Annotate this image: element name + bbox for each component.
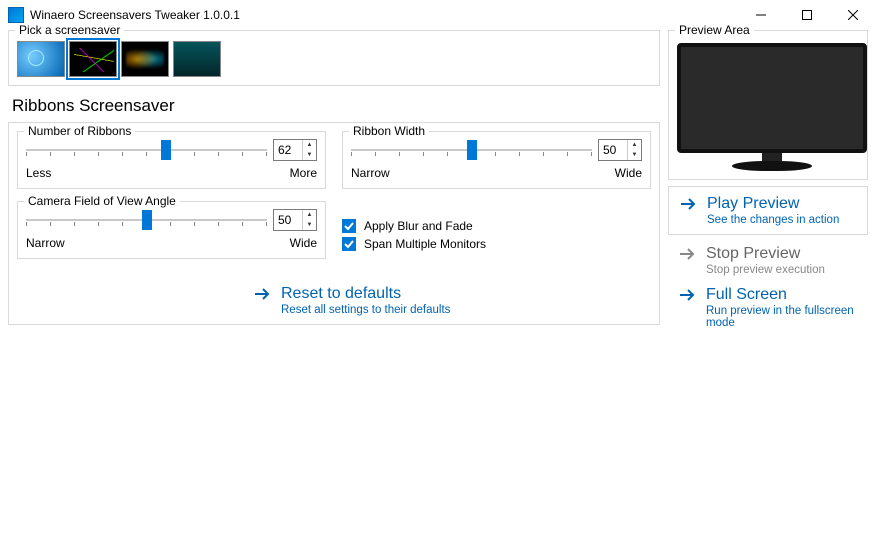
- arrow-right-icon: [678, 245, 696, 266]
- reset-sub: Reset all settings to their defaults: [281, 304, 450, 316]
- stop-preview-link[interactable]: Stop Preview Stop preview execution: [668, 245, 868, 276]
- camera-fov-spinner[interactable]: ▲▼: [273, 209, 317, 231]
- ribbon-width-slider[interactable]: [351, 138, 592, 162]
- span-monitors-label: Span Multiple Monitors: [364, 237, 486, 251]
- slider-min-label: Narrow: [26, 236, 65, 250]
- full-screen-label: Full Screen: [706, 286, 858, 304]
- camera-fov-group: Camera Field of View Angle ▲▼ Narrow Wid…: [17, 201, 326, 259]
- play-preview-link[interactable]: Play Preview See the changes in action: [679, 195, 857, 226]
- checkbox-column: Apply Blur and Fade Span Multiple Monito…: [342, 201, 651, 265]
- close-button[interactable]: [830, 0, 876, 30]
- number-of-ribbons-slider[interactable]: [26, 138, 267, 162]
- window-title: Winaero Screensavers Tweaker 1.0.0.1: [30, 8, 240, 22]
- preview-area: Preview Area: [668, 30, 868, 180]
- ribbon-width-legend: Ribbon Width: [349, 124, 429, 138]
- stop-preview-sub: Stop preview execution: [706, 264, 825, 276]
- spin-down-icon[interactable]: ▼: [303, 220, 316, 230]
- span-monitors-checkbox[interactable]: Span Multiple Monitors: [342, 237, 651, 251]
- settings-panel: Number of Ribbons ▲▼ Less More: [8, 122, 660, 325]
- maximize-button[interactable]: [784, 0, 830, 30]
- spin-up-icon[interactable]: ▲: [628, 140, 641, 150]
- slider-thumb[interactable]: [142, 210, 152, 230]
- number-of-ribbons-legend: Number of Ribbons: [24, 124, 135, 138]
- full-screen-link[interactable]: Full Screen Run preview in the fullscree…: [668, 286, 868, 329]
- arrow-right-icon: [679, 195, 697, 216]
- reset-label: Reset to defaults: [281, 285, 450, 303]
- slider-max-label: Wide: [290, 236, 317, 250]
- slider-thumb[interactable]: [467, 140, 477, 160]
- reset-to-defaults-link[interactable]: Reset to defaults Reset all settings to …: [253, 285, 651, 316]
- screensaver-picker: Pick a screensaver: [8, 30, 660, 86]
- checkbox-icon: [342, 219, 356, 233]
- slider-thumb[interactable]: [161, 140, 171, 160]
- screensaver-thumb-mystify[interactable]: [121, 41, 169, 77]
- screensaver-thumb-bubbles[interactable]: [17, 41, 65, 77]
- stop-preview-label: Stop Preview: [706, 245, 825, 263]
- number-of-ribbons-group: Number of Ribbons ▲▼ Less More: [17, 131, 326, 189]
- spin-down-icon[interactable]: ▼: [303, 150, 316, 160]
- camera-fov-value[interactable]: [274, 210, 302, 230]
- slider-max-label: More: [290, 166, 317, 180]
- camera-fov-slider[interactable]: [26, 208, 267, 232]
- monitor-screen: [677, 43, 867, 153]
- picker-legend: Pick a screensaver: [15, 23, 124, 37]
- slider-min-label: Less: [26, 166, 51, 180]
- app-icon: [8, 7, 24, 23]
- ribbon-width-group: Ribbon Width ▲▼ Narrow Wide: [342, 131, 651, 189]
- slider-min-label: Narrow: [351, 166, 390, 180]
- arrow-right-icon: [253, 285, 271, 306]
- play-preview-label: Play Preview: [707, 195, 839, 213]
- apply-blur-label: Apply Blur and Fade: [364, 219, 473, 233]
- spin-down-icon[interactable]: ▼: [628, 150, 641, 160]
- play-preview-sub: See the changes in action: [707, 214, 839, 226]
- apply-blur-checkbox[interactable]: Apply Blur and Fade: [342, 219, 651, 233]
- camera-fov-legend: Camera Field of View Angle: [24, 194, 180, 208]
- ribbon-width-value[interactable]: [599, 140, 627, 160]
- screensaver-thumb-ribbons[interactable]: [69, 41, 117, 77]
- preview-monitor: [677, 43, 867, 171]
- screensaver-thumb-blank[interactable]: [173, 41, 221, 77]
- spin-up-icon[interactable]: ▲: [303, 210, 316, 220]
- checkbox-icon: [342, 237, 356, 251]
- slider-max-label: Wide: [615, 166, 642, 180]
- arrow-right-icon: [678, 286, 696, 307]
- number-of-ribbons-spinner[interactable]: ▲▼: [273, 139, 317, 161]
- preview-legend: Preview Area: [675, 23, 754, 37]
- spin-up-icon[interactable]: ▲: [303, 140, 316, 150]
- full-screen-sub: Run preview in the fullscreen mode: [706, 305, 858, 329]
- settings-heading: Ribbons Screensaver: [12, 96, 660, 116]
- ribbon-width-spinner[interactable]: ▲▼: [598, 139, 642, 161]
- number-of-ribbons-value[interactable]: [274, 140, 302, 160]
